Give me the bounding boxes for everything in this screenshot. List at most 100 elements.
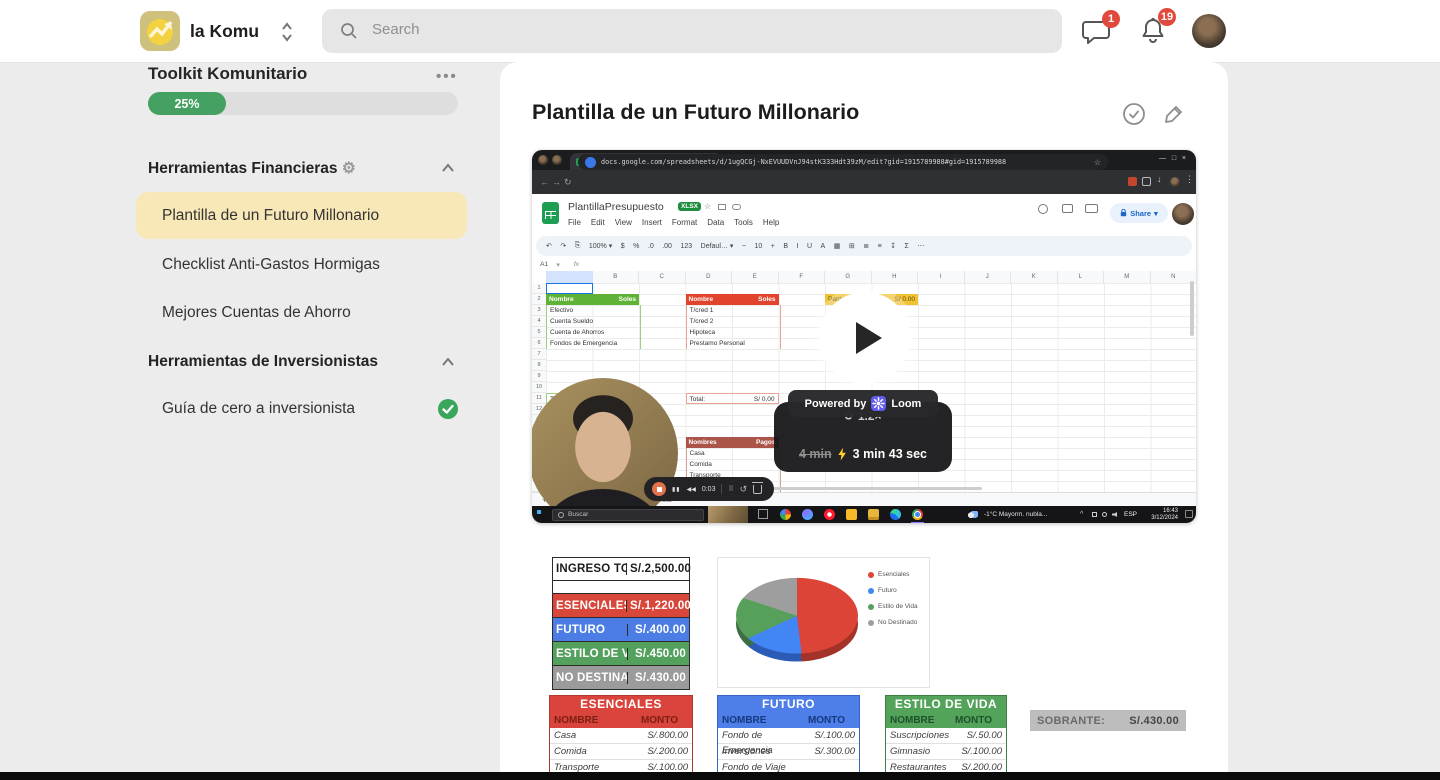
toolbar-item[interactable]: − (742, 243, 746, 250)
forward-icon[interactable]: → (552, 177, 561, 187)
clock[interactable]: 16:43 3/12/2024 (1144, 508, 1178, 521)
formula-bar[interactable]: A1 ▾ fx (532, 258, 1196, 272)
menu-item[interactable]: Edit (591, 218, 605, 227)
restart-icon[interactable]: ↺ (740, 484, 748, 495)
address-bar[interactable]: docs.google.com/spreadsheets/d/1ugQCGj-N… (578, 154, 1108, 170)
toolbar-item[interactable]: 10 (754, 243, 762, 250)
search-bar[interactable] (322, 9, 1062, 53)
sidebar-section-financieras[interactable]: Herramientas Financieras ⚙ (148, 159, 356, 178)
pause-icon[interactable]: ▮▮ (672, 486, 681, 493)
reload-icon[interactable]: ↻ (564, 177, 572, 188)
sidebar-item-guia[interactable]: Guía de cero a inversionista (162, 400, 355, 418)
row-header[interactable]: 7 (532, 349, 546, 360)
window-controls[interactable]: — □ × (1159, 155, 1186, 162)
toolbar-item[interactable]: Defaul… ▾ (701, 242, 734, 250)
column-header[interactable]: L (1058, 271, 1104, 283)
star-doc-icon[interactable]: ☆ (704, 202, 711, 211)
explorer-app-icon[interactable] (846, 509, 857, 520)
extension-badge-icon[interactable] (1128, 177, 1137, 186)
toolbar-item[interactable]: ↶ (546, 242, 552, 250)
share-button[interactable]: Share ▾ (1110, 203, 1168, 223)
mark-complete-icon[interactable] (1122, 102, 1146, 131)
menu-item[interactable]: View (615, 218, 632, 227)
toolbar-item[interactable]: Σ (905, 243, 909, 250)
opera-app-icon[interactable] (824, 509, 835, 520)
column-header[interactable]: G (825, 271, 872, 283)
column-header[interactable]: D (686, 271, 732, 283)
notification-center-icon[interactable] (1185, 510, 1193, 518)
toolbar-item[interactable]: $ (621, 243, 625, 250)
column-header[interactable]: H (872, 271, 918, 283)
toolbar-item[interactable]: I (797, 243, 799, 250)
vertical-scrollbar[interactable] (1190, 281, 1194, 336)
toolbar-item[interactable]: ⋯ (917, 242, 924, 250)
toolbar-item[interactable]: U (807, 243, 812, 250)
loom-video-player[interactable]: + — □ × PlantillaPresupuesto.xls × ← → ↻… (532, 150, 1196, 523)
rewind-icon[interactable]: ◀◀ (687, 486, 696, 493)
toolbar-item[interactable]: ≣ (863, 242, 869, 250)
column-header[interactable]: E (732, 271, 779, 283)
toolbar-item[interactable]: .00 (662, 243, 672, 250)
move-folder-icon[interactable] (718, 204, 726, 210)
sidebar-section-inversionistas[interactable]: Herramientas de Inversionistas (148, 353, 378, 371)
sheets-avatar[interactable] (1172, 203, 1194, 225)
menu-item[interactable]: File (568, 218, 581, 227)
history-icon[interactable] (1038, 204, 1048, 214)
extensions-icon[interactable] (1142, 177, 1151, 186)
taskview-icon[interactable] (758, 509, 768, 519)
user-avatar[interactable] (1192, 14, 1226, 48)
toolbar-item[interactable]: ↷ (560, 242, 566, 250)
column-header[interactable]: J (965, 271, 1011, 283)
edit-pencil-icon[interactable] (1163, 103, 1185, 130)
menu-item[interactable]: Tools (734, 218, 753, 227)
menu-item[interactable]: Help (763, 218, 779, 227)
weather-text[interactable]: -1°C Mayorm. nubla... (984, 511, 1047, 518)
recording-controls[interactable]: ▮▮ ◀◀ 0:03 ⠿ ↺ (644, 477, 774, 501)
toolbar-item[interactable]: 100% ▾ (589, 242, 612, 250)
bookmark-star-icon[interactable]: ☆ (1094, 158, 1101, 167)
sheets-toolbar[interactable]: ↶ ↷ ⎘ 100% ▾ $% .0 .00 123 Defaul… ▾ − 10 + B I U A ▦ ⊞ ≣ ≡… (536, 236, 1192, 256)
community-name[interactable]: la Komu (190, 0, 259, 62)
menu-item[interactable]: Data (707, 218, 724, 227)
row-header[interactable]: 5 (532, 327, 546, 338)
windows-start-icon[interactable] (537, 510, 542, 515)
community-switcher-icon[interactable] (280, 21, 294, 48)
chrome-app-icon[interactable] (912, 509, 923, 520)
row-header[interactable]: 6 (532, 338, 546, 349)
toolbar-item[interactable]: % (633, 243, 639, 250)
copilot-app-icon[interactable] (802, 509, 813, 520)
row-header[interactable]: 1 (532, 283, 546, 294)
row-header[interactable]: 3 (532, 305, 546, 316)
comments-icon[interactable] (1062, 204, 1073, 213)
sidebar-item-cuentas[interactable]: Mejores Cuentas de Ahorro (162, 304, 351, 322)
play-button[interactable] (819, 292, 911, 384)
language-indicator[interactable]: ESP (1124, 511, 1137, 518)
column-header[interactable]: K (1011, 271, 1058, 283)
row-header[interactable]: 9 (532, 371, 546, 382)
course-options-icon[interactable]: ••• (436, 68, 460, 85)
column-header[interactable]: I (918, 271, 965, 283)
menu-item[interactable]: Format (672, 218, 697, 227)
section2-collapse-icon[interactable] (440, 355, 456, 373)
taskbar-search[interactable]: Buscar (552, 508, 704, 521)
spreadsheet-title[interactable]: PlantillaPresupuesto (568, 201, 664, 213)
column-header[interactable]: B (593, 271, 639, 283)
drag-handle-icon[interactable]: ⠿ (728, 485, 733, 493)
sidebar-item-plantilla-label[interactable]: Plantilla de un Futuro Millonario (162, 207, 379, 225)
powered-by-loom[interactable]: Powered by Loom (788, 390, 938, 417)
section1-collapse-icon[interactable] (440, 161, 456, 179)
chrome-menu-icon[interactable]: ⋮ (1185, 174, 1194, 185)
toolbar-item[interactable]: B (783, 243, 788, 250)
photos-app-icon[interactable] (780, 509, 791, 520)
toolbar-item[interactable]: ⎘ (575, 242, 581, 250)
edge-app-icon[interactable] (890, 509, 901, 520)
toolbar-item[interactable]: 123 (680, 243, 692, 250)
meet-camera-icon[interactable] (1085, 204, 1098, 213)
row-header[interactable]: 8 (532, 360, 546, 371)
toolbar-item[interactable]: .0 (648, 243, 654, 250)
column-header[interactable]: N (1151, 271, 1197, 283)
menu-item[interactable]: Insert (642, 218, 662, 227)
stop-button[interactable] (652, 482, 666, 496)
search-input[interactable] (370, 20, 1014, 39)
community-logo[interactable] (140, 11, 180, 51)
